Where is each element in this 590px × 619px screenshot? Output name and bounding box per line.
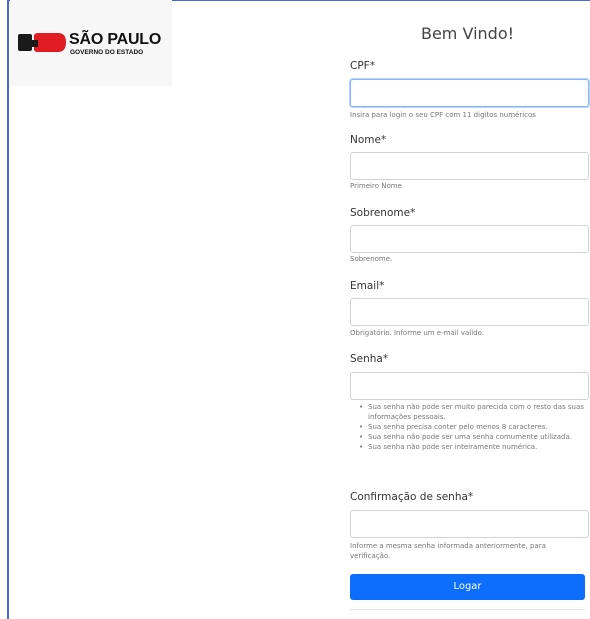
brand-logo: SÃO PAULO GOVERNO DO ESTADO	[10, 0, 172, 86]
sobrenome-field[interactable]	[350, 225, 589, 253]
senha-field[interactable]	[350, 372, 589, 400]
password-rule: Sua senha não pode ser muito parecida co…	[359, 402, 590, 422]
senha-label: Senha*	[350, 353, 389, 365]
login-button[interactable]: Logar	[350, 574, 585, 600]
sp-logo-icon	[18, 33, 66, 52]
cpf-help: Insira para login o seu CPF com 11 digit…	[350, 111, 536, 119]
confirmacao-label: Confirmação de senha*	[350, 491, 474, 503]
confirmacao-help: Informe a mesma senha informada anterior…	[350, 542, 546, 560]
brand-title: SÃO PAULO	[69, 31, 162, 48]
cpf-field[interactable]	[350, 79, 589, 107]
divider	[350, 609, 585, 610]
sobrenome-help: Sobrenome.	[350, 255, 393, 263]
password-rule: Sua senha não pode ser inteiramente numé…	[359, 442, 590, 452]
password-rule: Sua senha não pode ser uma senha comumen…	[359, 432, 590, 442]
page-title: Bem Vindo!	[420, 24, 515, 43]
password-rules: Sua senha não pode ser muito parecida co…	[354, 402, 590, 452]
confirmacao-field[interactable]	[350, 510, 589, 538]
password-rule: Sua senha precisa conter pelo menos 8 ca…	[359, 422, 590, 432]
brand-subtitle: GOVERNO DO ESTADO	[70, 49, 144, 56]
nome-field[interactable]	[350, 152, 589, 180]
email-field[interactable]	[350, 298, 589, 326]
nome-help: Primeiro Nome	[350, 182, 402, 190]
cpf-label: CPF*	[350, 60, 375, 72]
sobrenome-label: Sobrenome*	[350, 207, 416, 219]
email-help: Obrigatório. Informe um e-mail valido.	[350, 329, 485, 337]
email-label: Email*	[350, 280, 385, 292]
nome-label: Nome*	[350, 134, 387, 146]
